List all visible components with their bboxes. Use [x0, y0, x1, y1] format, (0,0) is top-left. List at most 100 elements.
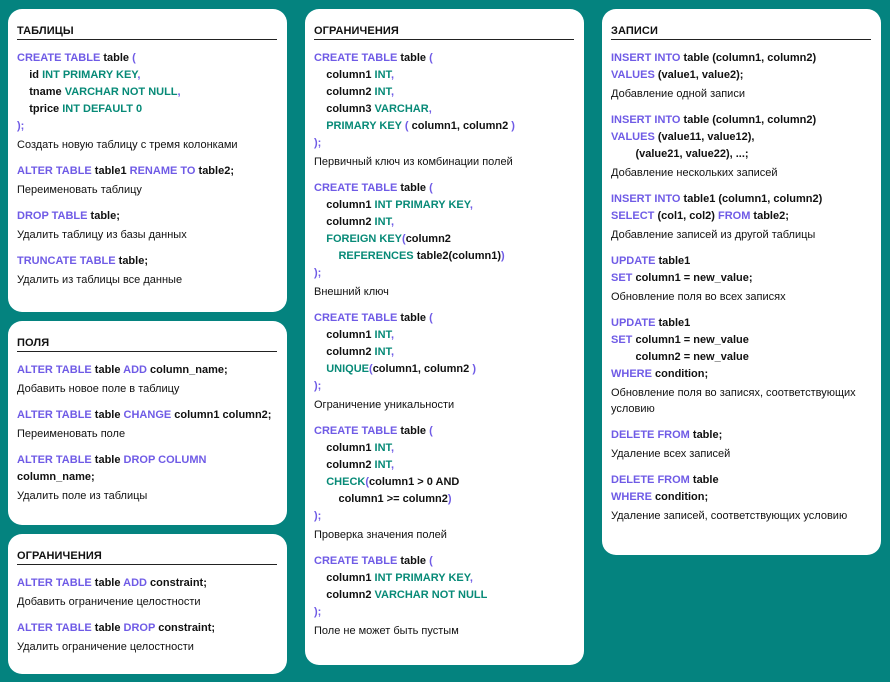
sql-identifier: table [91, 454, 124, 466]
sql-identifier: (value21, value22), ...; [611, 148, 749, 160]
sql-identifier: table [91, 577, 124, 589]
sql-snippet: CREATE TABLE table ( column1 INT, column… [314, 50, 574, 152]
code-line: column_name; [17, 469, 277, 486]
code-line: UNIQUE(column1, column2 ) [314, 361, 574, 378]
sql-identifier: (value11, value12), [654, 131, 755, 143]
sql-keyword: , [391, 346, 395, 358]
code-line: column2 INT, [314, 344, 574, 361]
sql-identifier: column1 [314, 69, 375, 81]
code-line: INSERT INTO table1 (column1, column2) [611, 191, 871, 208]
sql-identifier: column1 = new_value [632, 334, 749, 346]
code-line: VALUES (value1, value2); [611, 67, 871, 84]
sql-keyword: ) [447, 493, 452, 505]
sql-identifier: id [17, 69, 43, 81]
sql-keyword: WHERE [611, 491, 652, 503]
sql-identifier: column2 = new_value [611, 351, 749, 363]
snippet-entry: CREATE TABLE table ( column1 INT PRIMARY… [314, 553, 574, 639]
snippet-description: Переименовать поле [17, 428, 126, 440]
sql-keyword: , [177, 86, 181, 98]
card-title: ЗАПИСИ [611, 22, 871, 40]
sql-keyword: ); [314, 606, 322, 618]
snippet-description: Внешний ключ [314, 286, 389, 298]
snippet-description: Добавление нескольких записей [611, 167, 778, 179]
sql-type: UNIQUE [314, 363, 370, 375]
code-line: INSERT INTO table (column1, column2) [611, 112, 871, 129]
sql-identifier: table2; [750, 210, 789, 222]
sql-type: INT DEFAULT 0 [62, 103, 143, 115]
sql-identifier: table (column1, column2) [680, 52, 817, 64]
snippet-description: Добавление одной записи [611, 88, 745, 100]
sql-identifier: table1 [655, 317, 691, 329]
sql-keyword: , [391, 329, 395, 341]
sql-identifier: column3 [314, 103, 375, 115]
sql-keyword: , [469, 572, 473, 584]
sql-snippet: DROP TABLE table; [17, 208, 277, 225]
sql-type: INT [374, 216, 392, 228]
sql-identifier: tname [17, 86, 65, 98]
sql-identifier: table [689, 474, 719, 486]
snippet-entry: ALTER TABLE table ADD column_name; Добави… [17, 362, 277, 397]
code-line: CREATE TABLE table ( [314, 180, 574, 197]
sql-type: INT PRIMARY KEY [374, 199, 470, 211]
sql-keyword: UPDATE [611, 255, 656, 267]
code-line: ALTER TABLE table DROP COLUMN [17, 452, 277, 469]
sql-identifier: constraint; [146, 577, 207, 589]
sql-keyword: INSERT INTO [611, 52, 681, 64]
snippet-entry: ALTER TABLE table CHANGE column1 column2… [17, 407, 277, 442]
code-line: column1 INT, [314, 440, 574, 457]
sql-keyword: ); [314, 267, 322, 279]
sql-keyword: DELETE FROM [611, 429, 690, 441]
sql-keyword: ); [314, 380, 322, 392]
snippet-entry: ALTER TABLE table ADD constraint; Добавит… [17, 575, 277, 610]
sql-keyword: FROM [717, 210, 751, 222]
code-line: CREATE TABLE table ( [314, 423, 574, 440]
card-title: ОГРАНИЧЕНИЯ [17, 547, 277, 565]
sql-keyword: ALTER TABLE [17, 165, 92, 177]
snippet-description: Добавить новое поле в таблицу [17, 383, 180, 395]
code-line: ALTER TABLE table CHANGE column1 column2… [17, 407, 277, 424]
snippet-description: Удалить поле из таблицы [17, 490, 148, 502]
sql-identifier: column2 [314, 459, 375, 471]
sql-type: INT [374, 459, 392, 471]
sql-identifier: table (column1, column2) [680, 114, 817, 126]
sql-keyword: SELECT [611, 210, 655, 222]
sql-keyword: TRUNCATE TABLE [17, 255, 116, 267]
sql-type: INT [374, 86, 392, 98]
sql-identifier: table2(column1) [413, 250, 502, 262]
code-line: DELETE FROM table [611, 472, 871, 489]
code-line: UPDATE table1 [611, 253, 871, 270]
snippet-entry: CREATE TABLE table ( column1 INT PRIMARY… [314, 180, 574, 300]
sql-keyword: , [137, 69, 141, 81]
sql-identifier: table [91, 409, 124, 421]
sql-keyword: CREATE TABLE [314, 425, 398, 437]
snippet-entry: DELETE FROM table WHERE condition; Удалени… [611, 472, 871, 524]
sql-identifier: column2 [314, 589, 375, 601]
sql-identifier: table [100, 52, 133, 64]
snippet-entry: CREATE TABLE table ( column1 INT, column… [314, 310, 574, 413]
code-line: WHERE condition; [611, 489, 871, 506]
snippet-entry: CREATE TABLE table ( id INT PRIMARY KEY,… [17, 50, 277, 153]
sql-keyword: ) [472, 363, 476, 375]
sql-identifier: table [397, 555, 430, 567]
code-line: ); [314, 604, 574, 621]
card-records: ЗАПИСИ INSERT INTO table (column1, column… [602, 9, 881, 555]
snippet-description: Добавить ограничение целостности [17, 596, 201, 608]
sql-snippet: ALTER TABLE table CHANGE column1 column2… [17, 407, 277, 424]
code-line: column2 = new_value [611, 349, 871, 366]
sql-type: VARCHAR [374, 103, 429, 115]
sql-identifier: table [397, 182, 430, 194]
code-line: ); [314, 378, 574, 395]
sql-identifier: (col1, col2) [654, 210, 718, 222]
code-line: TRUNCATE TABLE table; [17, 253, 277, 270]
card-fields: ПОЛЯ ALTER TABLE table ADD column_name; До… [8, 321, 287, 525]
code-line: CREATE TABLE table ( [17, 50, 277, 67]
code-line: UPDATE table1 [611, 315, 871, 332]
sql-keyword: CREATE TABLE [17, 52, 101, 64]
sql-identifier: condition; [651, 491, 709, 503]
snippet-entry: UPDATE table1 SET column1 = new_value; Обн… [611, 253, 871, 305]
code-line: INSERT INTO table (column1, column2) [611, 50, 871, 67]
code-line: column1 INT, [314, 67, 574, 84]
sql-snippet: CREATE TABLE table ( id INT PRIMARY KEY,… [17, 50, 277, 135]
code-line: DELETE FROM table; [611, 427, 871, 444]
code-line: ALTER TABLE table1 RENAME TO table2; [17, 163, 277, 180]
